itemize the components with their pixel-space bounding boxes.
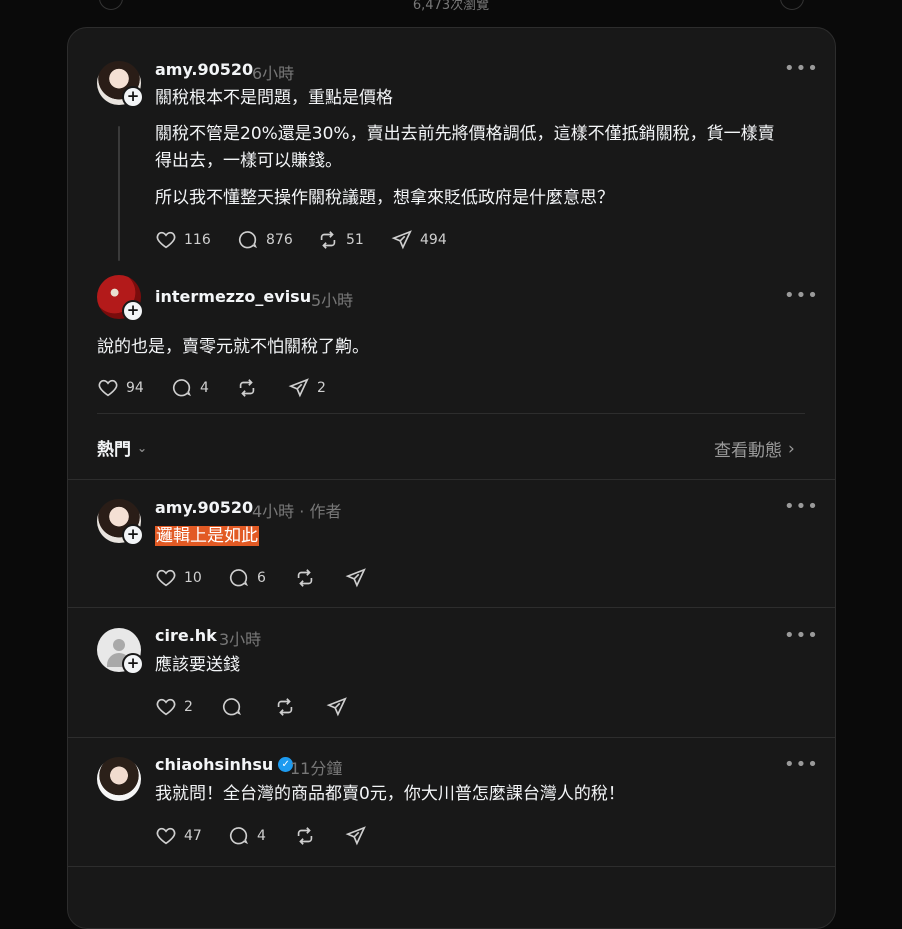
- comment-icon: [229, 569, 248, 587]
- comment-icon: [172, 379, 191, 397]
- username[interactable]: amy.90520: [155, 498, 253, 517]
- share-count: 494: [420, 232, 447, 248]
- send-icon: [345, 568, 366, 588]
- repost-icon: [239, 379, 255, 397]
- like-count: 94: [126, 380, 144, 396]
- like-button[interactable]: 2: [155, 696, 193, 718]
- like-count: 2: [184, 699, 193, 715]
- heart-icon: [156, 698, 176, 716]
- username[interactable]: cire.hk: [155, 626, 217, 645]
- sort-dropdown[interactable]: 熱門 ⌄: [97, 435, 147, 460]
- share-button[interactable]: [326, 696, 355, 718]
- send-icon: [288, 378, 309, 398]
- username-label: chiaohsinhsu: [155, 755, 274, 774]
- share-count: 2: [317, 380, 326, 396]
- repost-icon: [277, 698, 293, 716]
- timestamp[interactable]: 3小時: [219, 626, 261, 650]
- heart-icon: [156, 231, 176, 249]
- follow-plus-icon[interactable]: +: [122, 524, 144, 546]
- reply-count: 4: [200, 380, 209, 396]
- repost-button[interactable]: [236, 377, 265, 399]
- send-icon: [345, 826, 366, 846]
- heart-icon: [98, 379, 118, 397]
- more-icon[interactable]: •••: [784, 285, 819, 306]
- reply-count: 876: [266, 232, 293, 248]
- repost-count: 51: [346, 232, 364, 248]
- view-activity-label: 查看動態: [714, 441, 782, 461]
- more-icon[interactable]: •••: [784, 625, 819, 646]
- reply-count: 4: [257, 828, 266, 844]
- timestamp[interactable]: 4小時 · 作者: [252, 498, 341, 522]
- post-text: 關稅不管是20%還是30%，賣出去前先將價格調低，這樣不僅抵銷關稅，貨一樣賣: [155, 124, 775, 144]
- timestamp[interactable]: 6小時: [252, 60, 294, 84]
- repost-button[interactable]: [274, 696, 303, 718]
- share-button[interactable]: 2: [288, 377, 326, 399]
- like-count: 47: [184, 828, 202, 844]
- more-icon[interactable]: •••: [784, 58, 819, 79]
- default-avatar-icon: [113, 639, 125, 651]
- sort-label: 熱門: [97, 440, 131, 460]
- timestamp[interactable]: 5小時: [311, 287, 353, 311]
- repost-icon: [297, 569, 313, 587]
- follow-plus-icon[interactable]: +: [122, 300, 144, 322]
- chevron-down-icon: ⌄: [137, 440, 148, 455]
- thread-line: [118, 126, 120, 261]
- author-tag: · 作者: [299, 502, 342, 521]
- repost-icon: [320, 231, 336, 249]
- comment-icon: [238, 231, 257, 249]
- send-icon: [391, 230, 412, 250]
- view-activity-link[interactable]: 查看動態 ›: [714, 436, 795, 462]
- like-count: 10: [184, 570, 202, 586]
- follow-plus-icon[interactable]: +: [122, 653, 144, 675]
- view-count: 6,473次瀏覽: [412, 0, 490, 13]
- repost-icon: [297, 827, 313, 845]
- reply-button[interactable]: [221, 696, 250, 718]
- username[interactable]: amy.90520: [155, 60, 253, 79]
- like-button[interactable]: 10: [155, 567, 202, 589]
- reply-count: 6: [257, 570, 266, 586]
- reply-button[interactable]: 4: [171, 377, 209, 399]
- send-icon: [326, 697, 347, 717]
- follow-plus-icon[interactable]: +: [122, 86, 144, 108]
- username[interactable]: chiaohsinhsu ✓: [155, 755, 294, 774]
- reply-button[interactable]: 6: [228, 567, 266, 589]
- reply-text: 我就問！全台灣的商品都賣0元，你大川普怎麼課台灣人的稅！: [155, 784, 625, 804]
- chevron-right-icon: ›: [788, 438, 795, 459]
- reply-text: 應該要送錢: [155, 655, 240, 675]
- time-label: 4小時: [252, 502, 295, 521]
- share-button[interactable]: [345, 567, 374, 589]
- heart-icon: [156, 569, 176, 587]
- repost-button[interactable]: [294, 567, 323, 589]
- divider: [68, 607, 835, 608]
- post-text: 所以我不懂整天操作關稅議題，想拿來貶低政府是什麼意思？: [155, 188, 614, 208]
- reply-button[interactable]: 876: [237, 229, 293, 251]
- comment-icon: [222, 698, 241, 716]
- divider: [68, 737, 835, 738]
- thread-card: + amy.90520 6小時 ••• 關稅根本不是問題，重點是價格 關稅不管是…: [67, 27, 836, 929]
- share-button[interactable]: [345, 825, 374, 847]
- more-icon[interactable]: •••: [784, 496, 819, 517]
- reply-button[interactable]: 4: [228, 825, 266, 847]
- avatar[interactable]: [97, 757, 141, 801]
- post-text: 說的也是，賣零元就不怕關稅了齁。: [97, 337, 369, 357]
- more-icon[interactable]: •••: [784, 754, 819, 775]
- heart-icon: [156, 827, 176, 845]
- post-text: 得出去，一樣可以賺錢。: [155, 151, 342, 171]
- like-count: 116: [184, 232, 211, 248]
- divider: [97, 413, 805, 414]
- like-button[interactable]: 116: [155, 229, 211, 251]
- divider: [68, 866, 835, 867]
- highlighted-text: 邏輯上是如此: [155, 526, 259, 546]
- timestamp[interactable]: 11分鐘: [290, 755, 342, 779]
- comment-icon: [229, 827, 248, 845]
- divider: [68, 479, 835, 480]
- share-button[interactable]: 494: [391, 229, 447, 251]
- repost-button[interactable]: 51: [317, 229, 364, 251]
- username[interactable]: intermezzo_evisu: [155, 287, 311, 306]
- like-button[interactable]: 47: [155, 825, 202, 847]
- reply-text: 邏輯上是如此: [155, 522, 259, 550]
- like-button[interactable]: 94: [97, 377, 144, 399]
- repost-button[interactable]: [294, 825, 323, 847]
- post-text: 關稅根本不是問題，重點是價格: [155, 88, 393, 108]
